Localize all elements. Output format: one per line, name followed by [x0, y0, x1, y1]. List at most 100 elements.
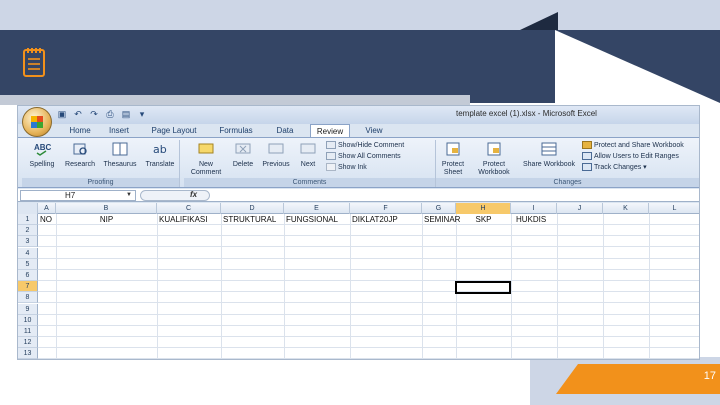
office-logo-icon — [31, 116, 43, 128]
column-header[interactable]: A — [38, 203, 56, 214]
column-header[interactable]: C — [157, 203, 221, 214]
spelling-button[interactable]: ABC Spelling — [24, 142, 60, 169]
cell-d1[interactable]: STRUKTURAL — [223, 214, 276, 225]
row-header[interactable]: 12 — [18, 337, 38, 348]
new-comment-icon — [198, 143, 214, 154]
tab-home[interactable]: Home — [62, 124, 98, 137]
customize-arrow-icon[interactable]: ▾ — [136, 109, 148, 120]
quick-access-toolbar: ▣ ↶ ↷ ⎙ ▤ ▾ — [56, 109, 148, 121]
cell-h1[interactable]: SKP — [456, 214, 511, 225]
next-comment-icon — [300, 143, 316, 154]
tab-insert[interactable]: Insert — [102, 124, 136, 137]
slide-header-notch — [520, 12, 558, 30]
column-header[interactable]: B — [56, 203, 157, 214]
row-header-selected[interactable]: 7 — [18, 281, 38, 292]
row-header[interactable]: 2 — [18, 225, 38, 236]
thesaurus-button[interactable]: Thesaurus — [100, 142, 140, 169]
share-workbook-button[interactable]: Share Workbook — [520, 142, 578, 169]
tab-view[interactable]: View — [360, 124, 388, 137]
name-box[interactable]: H7 — [20, 190, 136, 201]
protect-share-workbook-button[interactable]: Protect and Share Workbook — [582, 141, 684, 151]
table-row — [38, 326, 699, 337]
row-header[interactable]: 8 — [18, 292, 38, 303]
column-header[interactable]: J — [557, 203, 603, 214]
next-comment-label: Next — [300, 161, 316, 168]
track-changes-button[interactable]: Track Changes ▾ — [582, 163, 647, 173]
row-header[interactable]: 4 — [18, 248, 38, 259]
row-header[interactable]: 11 — [18, 326, 38, 337]
select-all-corner[interactable] — [18, 203, 38, 214]
office-button[interactable] — [22, 107, 52, 137]
column-header[interactable]: K — [603, 203, 649, 214]
column-header[interactable]: D — [221, 203, 284, 214]
column-header[interactable]: G — [422, 203, 456, 214]
tab-data[interactable]: Data — [270, 124, 300, 137]
print-icon[interactable]: ⎙ — [104, 109, 116, 120]
delete-comment-button[interactable]: Delete — [228, 142, 258, 169]
grid-line — [284, 214, 285, 359]
protect-workbook-button[interactable]: Protect Workbook — [470, 142, 518, 177]
column-header[interactable]: E — [284, 203, 350, 214]
previous-comment-button[interactable]: Previous — [260, 142, 292, 169]
grid-line — [56, 214, 57, 359]
cell-c1[interactable]: KUALIFIKASI — [159, 214, 207, 225]
show-hide-comment-label: Show/Hide Comment — [338, 142, 405, 149]
show-hide-comment-button[interactable]: Show/Hide Comment — [326, 141, 404, 151]
spelling-label: Spelling — [29, 161, 55, 168]
cell-f1[interactable]: DIKLAT20JP — [352, 214, 398, 225]
protect-sheet-button[interactable]: Protect Sheet — [438, 142, 468, 177]
allow-users-edit-ranges-button[interactable]: Allow Users to Edit Ranges — [582, 152, 679, 162]
fx-button[interactable]: fx — [190, 190, 197, 199]
next-comment-button[interactable]: Next — [294, 142, 322, 169]
row-header[interactable]: 3 — [18, 236, 38, 247]
row-header[interactable]: 6 — [18, 270, 38, 281]
cell-g1[interactable]: SEMINAR — [424, 214, 460, 225]
grid-line — [557, 214, 558, 359]
protect-share-workbook-label: Protect and Share Workbook — [594, 142, 684, 149]
tab-formulas[interactable]: Formulas — [214, 124, 258, 137]
formula-bar: H7 ▼ fx — [18, 189, 699, 202]
page-number: 17 — [703, 370, 716, 382]
row-header[interactable]: 13 — [18, 348, 38, 359]
save-icon[interactable]: ▣ — [56, 109, 68, 120]
column-header[interactable]: I — [511, 203, 557, 214]
group-comments: New Comment Delete Previous Next Show/Hi… — [184, 140, 436, 187]
previous-comment-label: Previous — [262, 161, 290, 168]
cell-i1[interactable]: HUKDIS — [516, 214, 546, 225]
row-header[interactable]: 9 — [18, 304, 38, 315]
title-bar: ▣ ↶ ↷ ⎙ ▤ ▾ template excel (1).xlsx - Mi… — [18, 106, 699, 124]
redo-icon[interactable]: ↷ — [88, 109, 100, 120]
cell-e1[interactable]: FUNGSIONAL — [286, 214, 338, 225]
row-header[interactable]: 1 — [18, 214, 38, 225]
tab-page-layout[interactable]: Page Layout — [144, 124, 204, 137]
svg-text:ABC: ABC — [34, 143, 51, 152]
preview-icon[interactable]: ▤ — [120, 109, 132, 120]
show-all-comments-button[interactable]: Show All Comments — [326, 152, 401, 162]
window-title: template excel (1).xlsx - Microsoft Exce… — [456, 109, 597, 118]
edit-ranges-icon — [582, 152, 592, 161]
cell-a1[interactable]: NO — [40, 214, 52, 225]
group-proofing-label: Proofing — [22, 178, 179, 187]
spelling-icon: ABC — [34, 143, 52, 156]
column-header[interactable]: F — [350, 203, 422, 214]
thesaurus-label: Thesaurus — [103, 161, 137, 168]
grid-line — [422, 214, 423, 359]
column-headers: A B C D E F G H I J K L — [18, 203, 699, 214]
worksheet-grid[interactable]: A B C D E F G H I J K L 1 2 3 4 5 6 7 8 9 10 11 12 1… — [18, 203, 699, 359]
column-header-selected[interactable]: H — [456, 203, 511, 214]
column-header[interactable]: L — [649, 203, 699, 214]
row-header[interactable]: 5 — [18, 259, 38, 270]
row-header[interactable]: 10 — [18, 315, 38, 326]
research-icon — [73, 143, 87, 155]
show-ink-button[interactable]: Show Ink — [326, 163, 367, 173]
research-button[interactable]: Research — [62, 142, 98, 169]
new-comment-button[interactable]: New Comment — [186, 142, 226, 177]
cell-b1[interactable]: NIP — [56, 214, 157, 225]
tab-review[interactable]: Review — [310, 124, 350, 137]
thesaurus-icon — [112, 142, 128, 156]
name-box-dropdown-icon[interactable]: ▼ — [126, 192, 132, 198]
translate-button[interactable]: ab Translate — [142, 142, 178, 169]
notepad-icon — [23, 48, 45, 77]
active-cell-h7[interactable] — [455, 281, 511, 294]
undo-icon[interactable]: ↶ — [72, 109, 84, 120]
